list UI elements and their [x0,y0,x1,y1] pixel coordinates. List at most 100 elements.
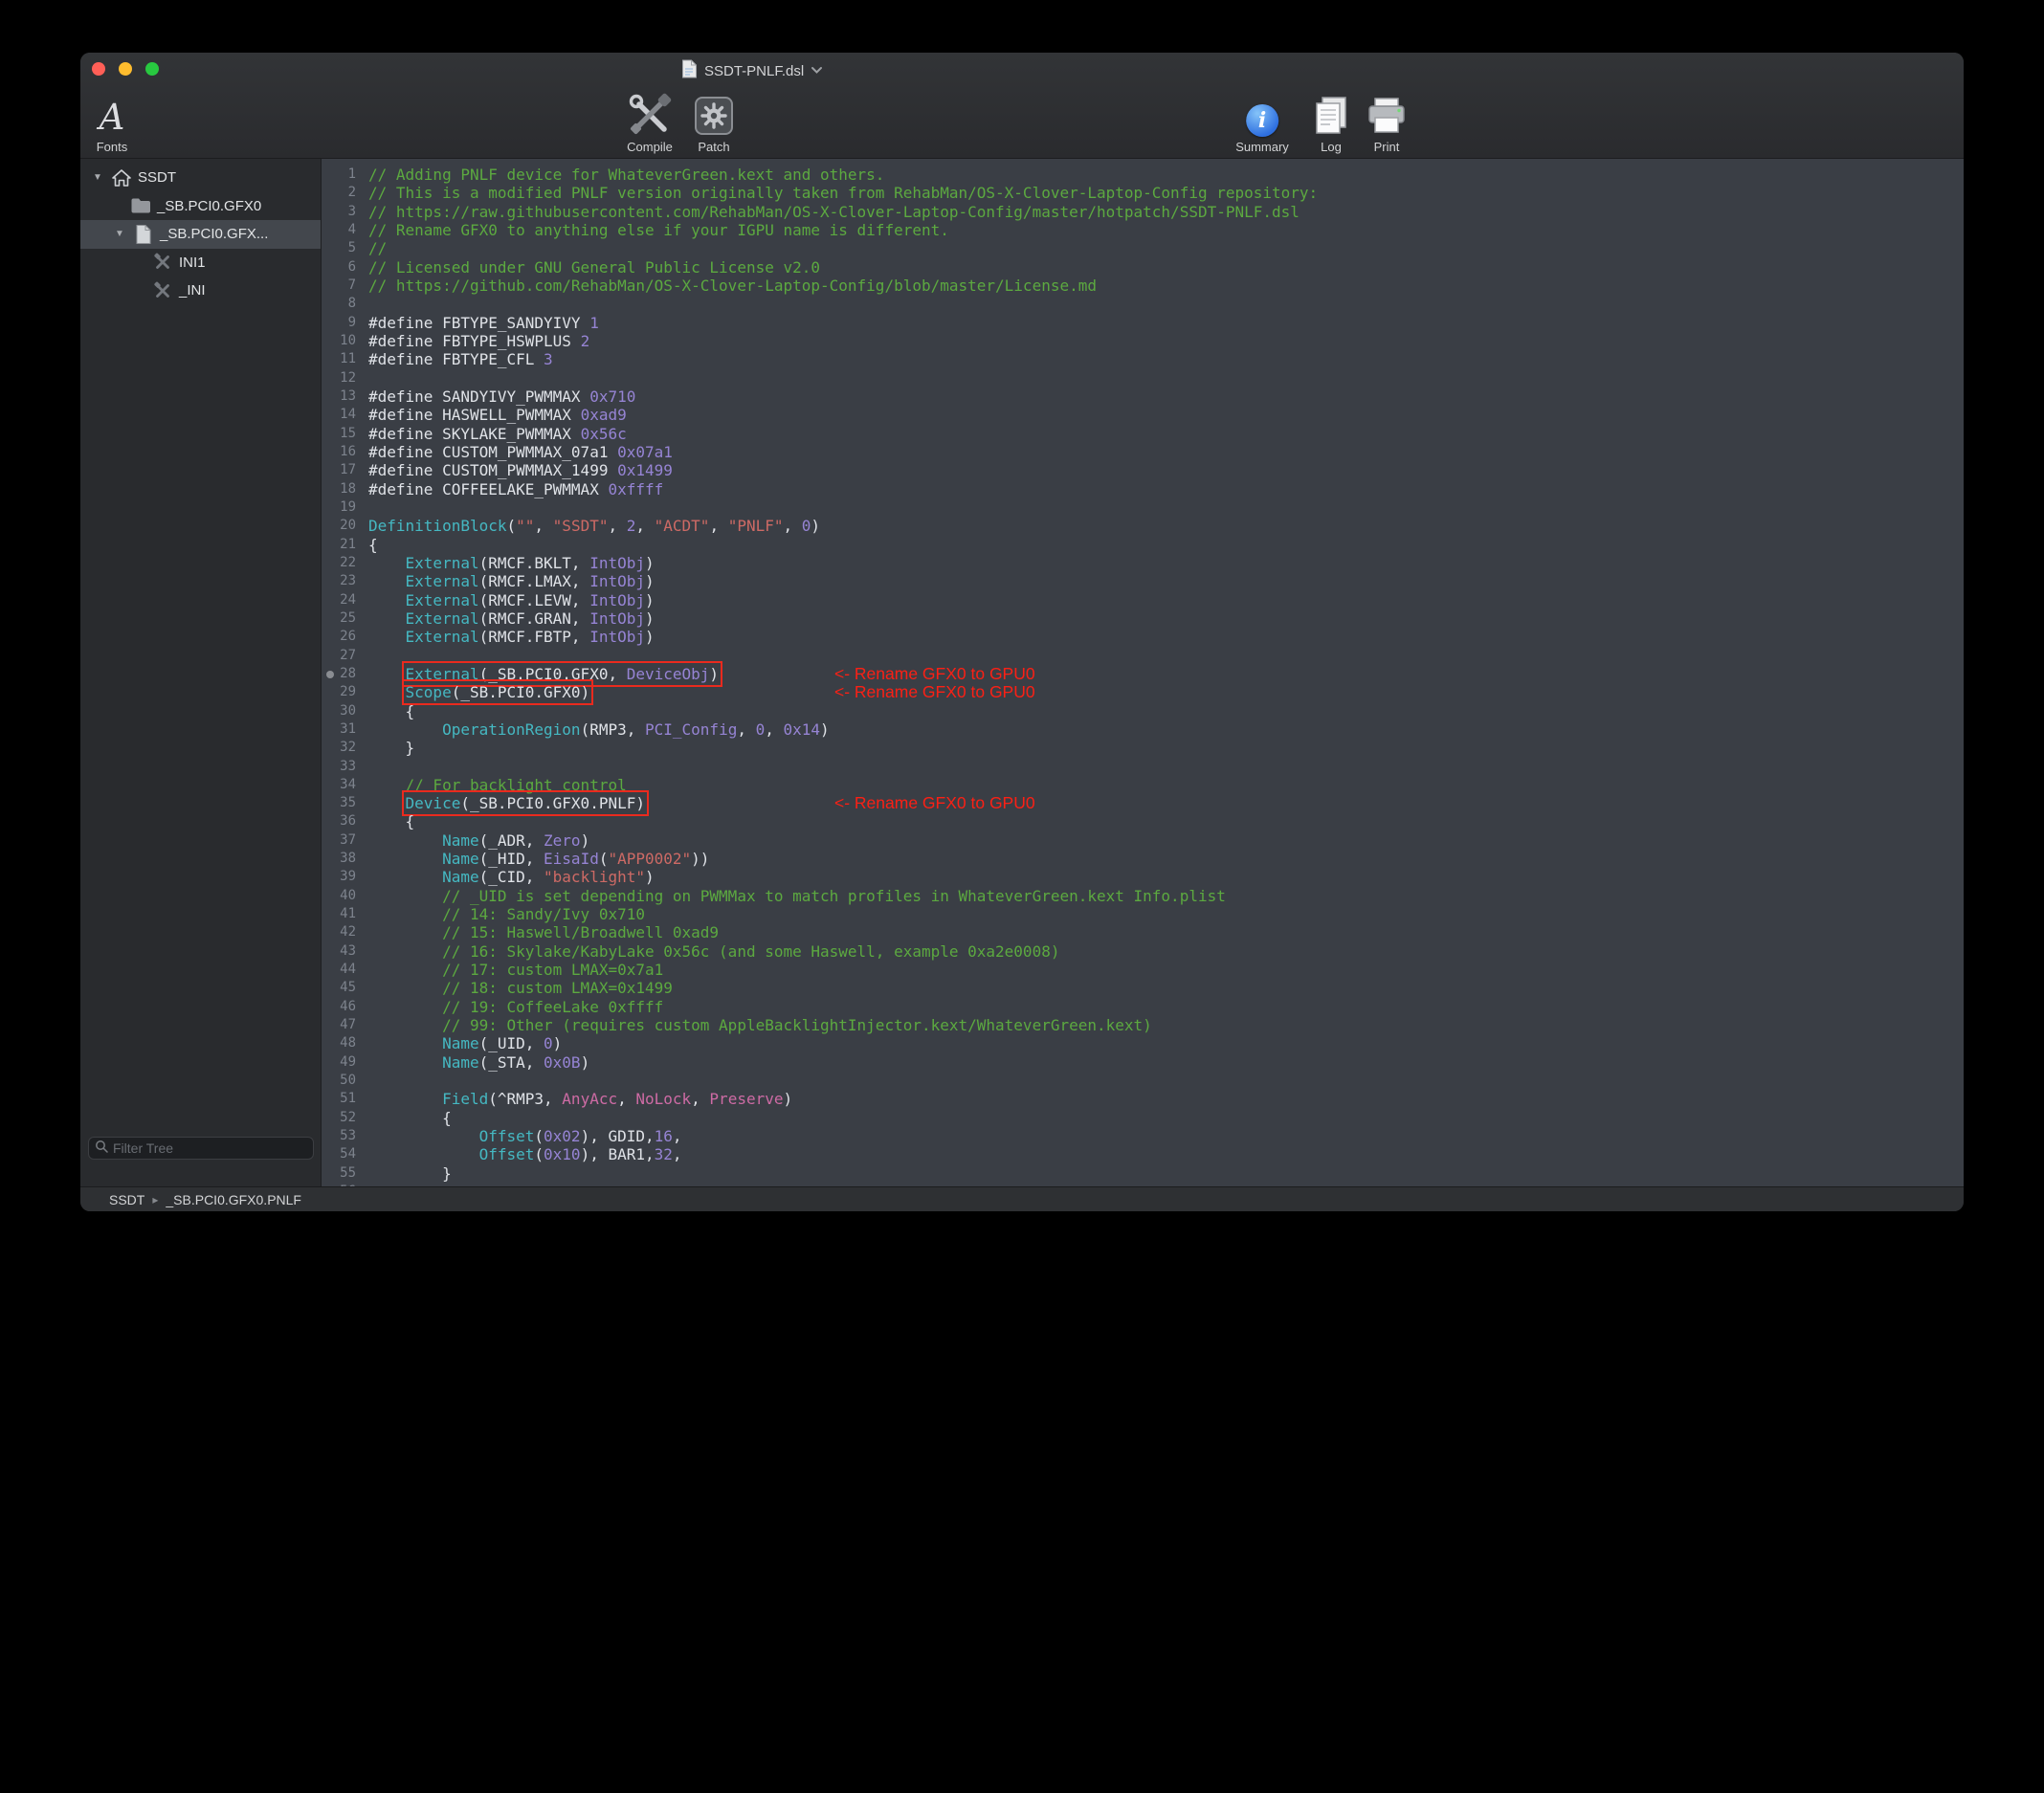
code-line[interactable]: 51 Field(^RMP3, AnyAcc, NoLock, Preserve… [322,1090,1964,1108]
code-token: "backlight" [544,868,645,886]
minimize-button[interactable] [119,62,132,76]
code-line[interactable]: 12 [322,369,1964,387]
code-line[interactable]: 9#define FBTYPE_SANDYIVY 1 [322,314,1964,332]
code-line[interactable]: 11#define FBTYPE_CFL 3 [322,350,1964,368]
code-line[interactable]: 2// This is a modified PNLF version orig… [322,184,1964,202]
code-line[interactable]: 17#define CUSTOM_PWMMAX_1499 0x1499 [322,461,1964,479]
code-line[interactable]: 34 // For backlight control [322,776,1964,794]
code-token: (RMCF.LEVW, [479,591,590,609]
tree-item-ini[interactable]: _INI [80,277,321,305]
patch-button[interactable]: Patch [692,87,736,158]
code-token [368,1145,479,1163]
code-line[interactable]: 55 } [322,1164,1964,1183]
code-line[interactable]: 18#define COFFEELAKE_PWMMAX 0xffff [322,480,1964,498]
code-line[interactable]: 27 [322,647,1964,665]
code-editor[interactable]: 1// Adding PNLF device for WhateverGreen… [322,159,1964,1186]
code-line[interactable]: 49 Name(_STA, 0x0B) [322,1053,1964,1072]
code-token: Zero [544,831,581,850]
code-token: 32 [655,1145,673,1163]
rename-highlight-box: Device(_SB.PCI0.GFX0.PNLF) [406,794,645,812]
code-line[interactable]: 40 // _UID is set depending on PWMMax to… [322,887,1964,905]
code-line[interactable]: 6// Licensed under GNU General Public Li… [322,258,1964,277]
code-line[interactable]: 29 Scope(_SB.PCI0.GFX0)<- Rename GFX0 to… [322,683,1964,701]
code-line[interactable]: 19 [322,498,1964,517]
code-line[interactable]: 14#define HASWELL_PWMMAX 0xad9 [322,406,1964,424]
code-line[interactable]: 33 [322,758,1964,776]
code-line[interactable]: 25 External(RMCF.GRAN, IntObj) [322,609,1964,628]
code-token [368,591,406,609]
code-line[interactable]: 36 { [322,812,1964,830]
code-line[interactable]: 21{ [322,536,1964,554]
log-button[interactable]: Log [1312,87,1350,158]
code-line[interactable]: 31 OperationRegion(RMP3, PCI_Config, 0, … [322,720,1964,739]
code-token: #define SKYLAKE_PWMMAX [368,425,581,443]
code-line[interactable]: 26 External(RMCF.FBTP, IntObj) [322,628,1964,646]
code-line[interactable]: 53 Offset(0x02), GDID,16, [322,1127,1964,1145]
tree-item-sb-pci0-gfx[interactable]: ▼_SB.PCI0.GFX... [80,220,321,249]
code-line[interactable]: 48 Name(_UID, 0) [322,1034,1964,1052]
tree-item-ini1[interactable]: INI1 [80,249,321,277]
code-line[interactable]: 1// Adding PNLF device for WhateverGreen… [322,166,1964,184]
code-line[interactable]: 50 [322,1072,1964,1090]
code-token: (RMCF.FBTP, [479,628,590,646]
code-token: // _UID is set depending on PWMMax to ma… [442,887,1226,905]
line-number: 16 [322,443,356,461]
tree-item-sb-pci0-gfx0[interactable]: _SB.PCI0.GFX0 [80,192,321,221]
summary-button[interactable]: i Summary [1235,87,1289,158]
document-proxy-icon[interactable] [681,59,698,83]
code-line[interactable]: 7// https://github.com/RehabMan/OS-X-Clo… [322,277,1964,295]
line-number: 9 [322,314,356,332]
code-line[interactable]: 5// [322,239,1964,257]
code-line[interactable]: 10#define FBTYPE_HSWPLUS 2 [322,332,1964,350]
filter-tree-field[interactable] [88,1137,314,1160]
disclosure-triangle-icon[interactable]: ▼ [112,229,127,239]
code-line[interactable]: 28 External(_SB.PCI0.GFX0, DeviceObj)<- … [322,665,1964,683]
code-line[interactable]: 22 External(RMCF.BKLT, IntObj) [322,554,1964,572]
code-token: (^RMP3, [488,1090,562,1108]
code-line[interactable]: 15#define SKYLAKE_PWMMAX 0x56c [322,425,1964,443]
code-token: #define CUSTOM_PWMMAX_07a1 [368,443,617,461]
sidebar-tree: ▼SSDT_SB.PCI0.GFX0▼_SB.PCI0.GFX...INI1_I… [80,164,321,305]
line-number: 42 [322,923,356,941]
filter-tree-input[interactable] [113,1140,307,1156]
code-line[interactable]: 16#define CUSTOM_PWMMAX_07a1 0x07a1 [322,443,1964,461]
code-token [368,609,406,628]
title-chevron-down-icon[interactable] [811,62,823,79]
code-token [368,979,442,997]
code-line[interactable]: 23 External(RMCF.LMAX, IntObj) [322,572,1964,590]
code-line[interactable]: 13#define SANDYIVY_PWMMAX 0x710 [322,387,1964,406]
zoom-button[interactable] [145,62,159,76]
code-line[interactable]: 35 Device(_SB.PCI0.GFX0.PNLF)<- Rename G… [322,794,1964,812]
code-line[interactable]: 43 // 16: Skylake/KabyLake 0x56c (and so… [322,942,1964,961]
code-line[interactable]: 47 // 99: Other (requires custom AppleBa… [322,1016,1964,1034]
disclosure-triangle-icon[interactable]: ▼ [90,172,105,183]
code-line[interactable]: 3// https://raw.githubusercontent.com/Re… [322,203,1964,221]
line-number: 35 [322,794,356,812]
code-line[interactable]: 32 } [322,739,1964,757]
compile-button[interactable]: Compile [626,87,674,158]
code-line[interactable]: 52 { [322,1109,1964,1127]
code-line[interactable]: 37 Name(_ADR, Zero) [322,831,1964,850]
print-button[interactable]: Print [1366,87,1408,158]
code-line[interactable]: 8 [322,295,1964,313]
code-line[interactable]: 46 // 19: CoffeeLake 0xffff [322,998,1964,1016]
code-line[interactable]: 41 // 14: Sandy/Ivy 0x710 [322,905,1964,923]
code-line[interactable]: 42 // 15: Haswell/Broadwell 0xad9 [322,923,1964,941]
code-line[interactable]: 30 { [322,702,1964,720]
tree-item-ssdt[interactable]: ▼SSDT [80,164,321,192]
code-line[interactable]: 54 Offset(0x10), BAR1,32, [322,1145,1964,1163]
line-number: 32 [322,739,356,757]
code-token: "" [516,517,534,535]
code-line[interactable]: 4// Rename GFX0 to anything else if your… [322,221,1964,239]
code-line[interactable]: 20DefinitionBlock("", "SSDT", 2, "ACDT",… [322,517,1964,535]
fonts-button[interactable]: A Fonts [97,87,128,158]
code-token: // [368,239,387,257]
window-title-area[interactable]: SSDT-PNLF.dsl [681,60,823,81]
code-line[interactable]: 38 Name(_HID, EisaId("APP0002")) [322,850,1964,868]
code-line[interactable]: 45 // 18: custom LMAX=0x1499 [322,979,1964,997]
code-line[interactable]: 24 External(RMCF.LEVW, IntObj) [322,591,1964,609]
close-button[interactable] [92,62,105,76]
code-token: IntObj [589,591,645,609]
code-line[interactable]: 44 // 17: custom LMAX=0x7a1 [322,961,1964,979]
code-line[interactable]: 39 Name(_CID, "backlight") [322,868,1964,886]
